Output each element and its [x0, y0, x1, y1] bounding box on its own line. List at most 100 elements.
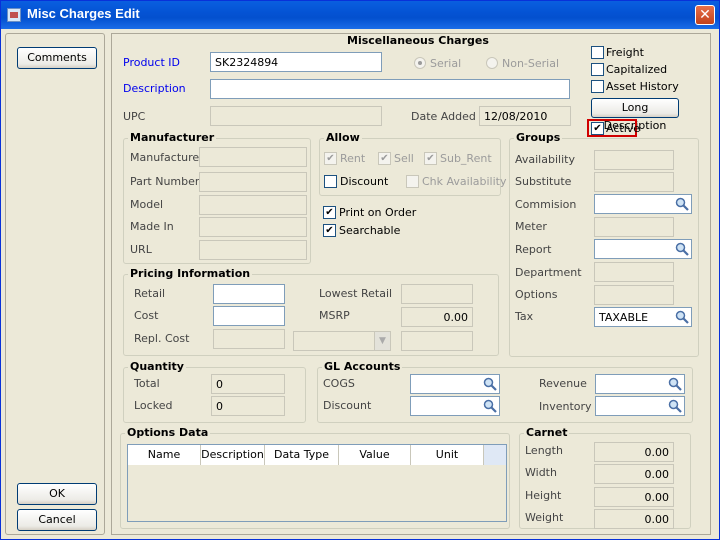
upc-label: UPC	[123, 110, 146, 123]
length-input[interactable]: 0.00	[594, 442, 674, 462]
total-label: Total	[134, 377, 160, 390]
meter-label: Meter	[515, 220, 547, 233]
long-description-button[interactable]: Long Description	[591, 98, 679, 132]
date-added-input: 12/08/2010	[479, 106, 571, 126]
comments-button[interactable]: Comments	[17, 47, 97, 69]
made-in-input[interactable]	[199, 217, 307, 237]
report-label: Report	[515, 243, 552, 256]
pricing-group-title: Pricing Information	[128, 267, 253, 280]
product-id-input[interactable]: SK2324894	[210, 52, 382, 72]
cancel-button[interactable]: Cancel	[17, 509, 97, 531]
column-header-name[interactable]: Name	[128, 445, 201, 465]
sell-checkbox[interactable]: ✔	[378, 152, 391, 165]
column-header-unit[interactable]: Unit	[411, 445, 484, 465]
column-header-data-type[interactable]: Data Type	[265, 445, 339, 465]
app-icon	[7, 8, 21, 22]
part-number-input[interactable]	[199, 172, 307, 192]
lowest-retail-input[interactable]	[401, 284, 473, 304]
cost-input[interactable]	[213, 306, 285, 326]
revenue-label: Revenue	[539, 377, 587, 390]
options-grid[interactable]: Name Description Data Type Value Unit	[127, 444, 507, 522]
options-data-group-title: Options Data	[125, 426, 211, 439]
url-input[interactable]	[199, 240, 307, 260]
weight-label: Weight	[525, 511, 564, 524]
search-icon[interactable]	[675, 242, 689, 256]
inventory-input[interactable]	[595, 396, 685, 416]
print-on-order-checkbox[interactable]: ✔	[323, 206, 336, 219]
price-dropdown[interactable]: ▼	[293, 331, 391, 351]
discount-checkbox[interactable]	[324, 175, 337, 188]
height-input[interactable]: 0.00	[594, 487, 674, 507]
sub-rent-label: Sub_Rent	[440, 152, 492, 165]
active-checkbox[interactable]: ✔	[591, 122, 604, 135]
search-icon[interactable]	[675, 197, 689, 211]
inventory-label: Inventory	[539, 400, 592, 413]
substitute-input[interactable]	[594, 172, 674, 192]
search-icon[interactable]	[668, 399, 682, 413]
description-label: Description	[123, 82, 186, 95]
gl-discount-label: Discount	[323, 399, 372, 412]
cogs-input[interactable]	[410, 374, 500, 394]
gl-discount-input[interactable]	[410, 396, 500, 416]
url-label: URL	[130, 243, 152, 256]
report-input[interactable]	[594, 239, 692, 259]
substitute-label: Substitute	[515, 175, 572, 188]
freight-checkbox[interactable]	[591, 46, 604, 59]
availability-label: Availability	[515, 153, 575, 166]
upc-input[interactable]	[210, 106, 382, 126]
capitalized-checkbox[interactable]	[591, 63, 604, 76]
search-icon[interactable]	[483, 377, 497, 391]
search-icon[interactable]	[483, 399, 497, 413]
locked-input: 0	[211, 396, 285, 416]
retail-input[interactable]	[213, 284, 285, 304]
capitalized-label: Capitalized	[606, 63, 668, 76]
sell-label: Sell	[394, 152, 414, 165]
close-icon: ✕	[699, 7, 711, 23]
price-extra-input[interactable]	[401, 331, 473, 351]
searchable-label: Searchable	[339, 224, 401, 237]
options-input[interactable]	[594, 285, 674, 305]
column-header-description[interactable]: Description	[201, 445, 265, 465]
close-button[interactable]: ✕	[695, 5, 715, 25]
manufacturer-input[interactable]	[199, 147, 307, 167]
model-input[interactable]	[199, 195, 307, 215]
tax-label: Tax	[515, 310, 534, 323]
gl-accounts-group-title: GL Accounts	[322, 360, 403, 373]
department-input[interactable]	[594, 262, 674, 282]
serial-radio[interactable]	[414, 57, 426, 69]
width-label: Width	[525, 466, 557, 479]
active-label: Active	[606, 122, 641, 135]
msrp-label: MSRP	[319, 309, 350, 322]
cogs-label: COGS	[323, 377, 355, 390]
meter-input[interactable]	[594, 217, 674, 237]
asset-history-checkbox[interactable]	[591, 80, 604, 93]
chevron-down-icon: ▼	[374, 332, 390, 350]
sub-rent-checkbox[interactable]: ✔	[424, 152, 437, 165]
ok-button[interactable]: OK	[17, 483, 97, 505]
repl-cost-label: Repl. Cost	[134, 332, 190, 345]
rent-checkbox[interactable]: ✔	[324, 152, 337, 165]
part-number-label: Part Number	[130, 175, 200, 188]
made-in-label: Made In	[130, 220, 174, 233]
commision-input[interactable]	[594, 194, 692, 214]
non-serial-radio[interactable]	[486, 57, 498, 69]
height-label: Height	[525, 489, 562, 502]
cost-label: Cost	[134, 309, 159, 322]
column-header-value[interactable]: Value	[339, 445, 411, 465]
tax-input[interactable]: TAXABLE	[594, 307, 692, 327]
description-input[interactable]	[210, 79, 570, 99]
asset-history-label: Asset History	[606, 80, 679, 93]
repl-cost-input[interactable]	[213, 329, 285, 349]
title-bar: Misc Charges Edit ✕	[1, 1, 719, 29]
manufacturer-label: Manufacturer	[130, 151, 204, 164]
revenue-input[interactable]	[595, 374, 685, 394]
searchable-checkbox[interactable]: ✔	[323, 224, 336, 237]
search-icon[interactable]	[675, 310, 689, 324]
width-input[interactable]: 0.00	[594, 464, 674, 484]
chk-availability-checkbox[interactable]	[406, 175, 419, 188]
weight-input[interactable]: 0.00	[594, 509, 674, 529]
msrp-input[interactable]: 0.00	[401, 307, 473, 327]
availability-input[interactable]	[594, 150, 674, 170]
search-icon[interactable]	[668, 377, 682, 391]
discount-label: Discount	[340, 175, 389, 188]
